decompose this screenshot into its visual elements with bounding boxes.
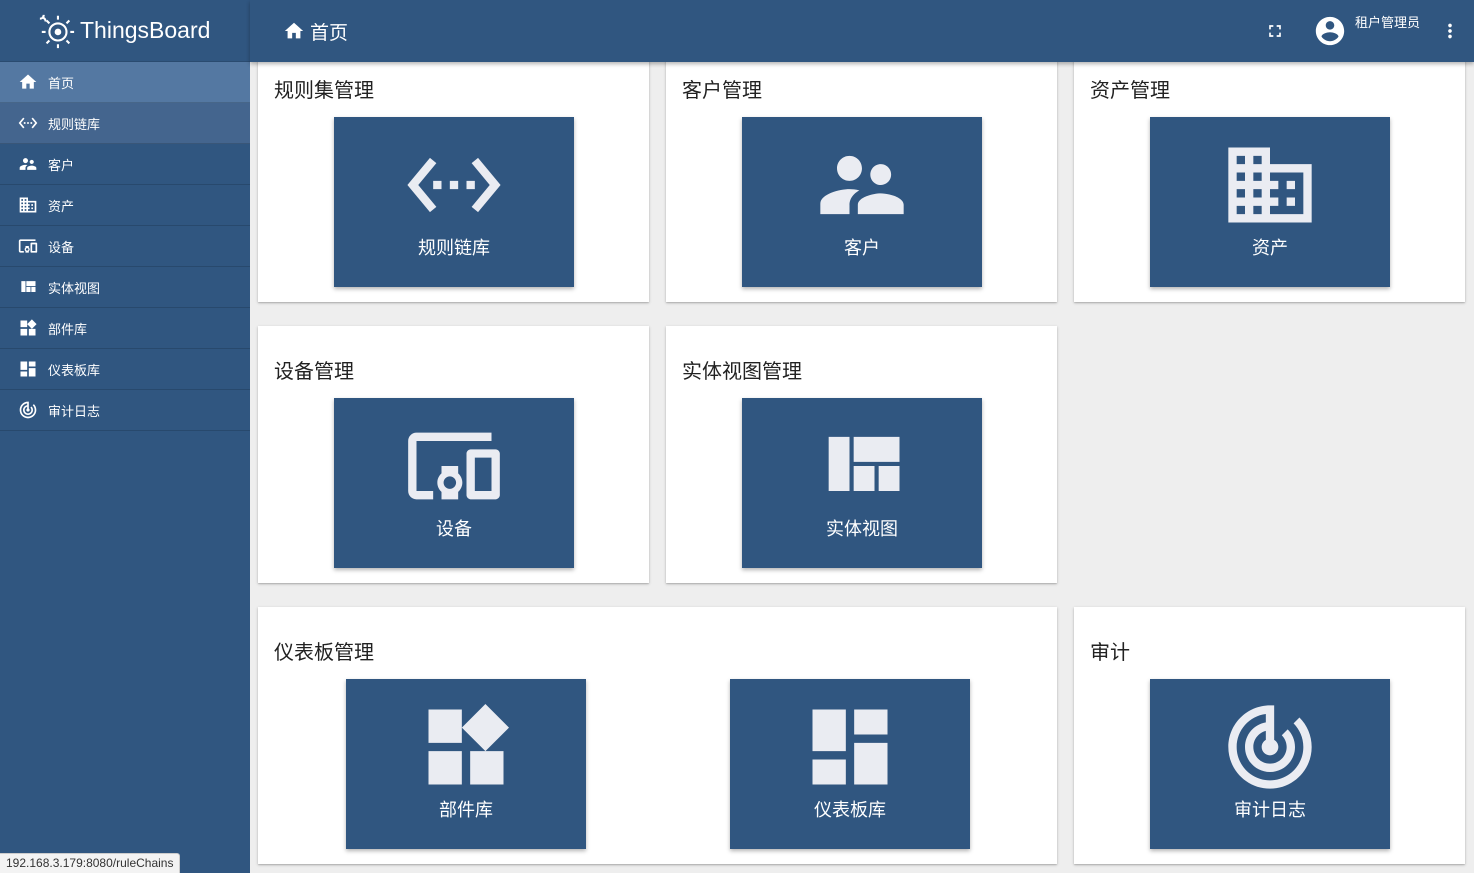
domain-icon — [1228, 147, 1312, 223]
sidebar-item-label: 部件库 — [48, 322, 88, 338]
tile-label: 部件库 — [439, 800, 493, 821]
track-changes-icon — [1228, 705, 1312, 789]
user-role: 租户管理员 — [1354, 16, 1420, 31]
account-circle-icon — [1315, 16, 1345, 46]
settings-ethernet-icon — [17, 112, 39, 134]
status-bar-url: 192.168.3.179:8080/ruleChains — [0, 853, 181, 873]
sidebar-item-widgets[interactable]: 部件库 — [0, 308, 250, 349]
sidebar-item-devices[interactable]: 设备 — [0, 226, 250, 267]
sidebar-item-label: 首页 — [48, 76, 75, 92]
card-dashboards: 仪表板管理 部件库 仪表板库 — [258, 607, 1057, 864]
tile-audit-logs[interactable]: 审计日志 — [1150, 679, 1390, 849]
tile-label: 资产 — [1252, 238, 1288, 259]
more-menu-button[interactable] — [1438, 19, 1462, 43]
card-title: 审计 — [1090, 640, 1130, 664]
card-title: 规则集管理 — [274, 78, 374, 102]
tile-label: 客户 — [844, 238, 880, 259]
tile-label: 实体视图 — [826, 519, 898, 540]
card-title: 资产管理 — [1090, 78, 1170, 102]
domain-icon — [17, 194, 39, 216]
thingsboard-logo-icon — [39, 14, 75, 48]
tile-label: 审计日志 — [1234, 800, 1306, 821]
sidebar-item-label: 仪表板库 — [48, 363, 101, 379]
tile-dashboards[interactable]: 仪表板库 — [730, 679, 970, 849]
track-changes-icon — [17, 399, 39, 421]
top-toolbar: 首页 租户管理员 — [250, 0, 1474, 62]
more-vert-icon — [1448, 23, 1452, 39]
view-quilt-icon — [17, 276, 39, 298]
fullscreen-icon — [1269, 25, 1281, 37]
card-title: 客户管理 — [682, 78, 762, 102]
sidebar-item-rule-chains[interactable]: 规则链库 — [0, 103, 250, 144]
dashboards-icon — [812, 709, 888, 785]
app-name: ThingsBoard — [80, 17, 211, 43]
tile-devices[interactable]: 设备 — [334, 398, 574, 568]
tile-label: 设备 — [436, 519, 472, 540]
sidebar-item-customers[interactable]: 客户 — [0, 144, 250, 185]
card-rule-chains: 规则集管理 规则链库 — [258, 44, 649, 302]
sidebar-item-label: 客户 — [48, 158, 75, 174]
devices-other-icon — [408, 432, 500, 500]
fullscreen-button[interactable] — [1263, 19, 1287, 43]
tile-label: 仪表板库 — [814, 800, 886, 821]
sidebar-item-label: 设备 — [48, 240, 75, 256]
widgets-icon — [17, 317, 39, 339]
app-logo[interactable]: ThingsBoard — [0, 0, 250, 62]
card-devices: 设备管理 设备 — [258, 326, 649, 583]
card-title: 设备管理 — [274, 359, 354, 383]
sidebar: ThingsBoard 首页 规则链库 客户 资产 设备 实体视图 部件库 仪表… — [0, 0, 250, 873]
sidebar-item-audit-logs[interactable]: 审计日志 — [0, 390, 250, 431]
sidebar-item-label: 规则链库 — [48, 117, 101, 133]
sidebar-item-label: 审计日志 — [48, 404, 101, 420]
tile-assets[interactable]: 资产 — [1150, 117, 1390, 287]
home-icon — [284, 22, 304, 39]
tile-entity-views[interactable]: 实体视图 — [742, 398, 982, 568]
card-audit: 审计 审计日志 — [1074, 607, 1465, 864]
home-icon — [17, 71, 39, 93]
breadcrumb-label: 首页 — [310, 21, 349, 44]
settings-ethernet-icon — [407, 157, 501, 213]
widgets-icon — [428, 704, 509, 785]
card-title: 实体视图管理 — [682, 359, 802, 383]
tile-label: 规则链库 — [418, 238, 490, 259]
tile-rule-chains[interactable]: 规则链库 — [334, 117, 574, 287]
sidebar-item-dashboards[interactable]: 仪表板库 — [0, 349, 250, 390]
sidebar-item-label: 实体视图 — [48, 281, 101, 297]
supervisor-account-icon — [17, 153, 39, 175]
user-avatar[interactable] — [1313, 14, 1347, 48]
sidebar-item-assets[interactable]: 资产 — [0, 185, 250, 226]
supervisor-account-icon — [820, 155, 904, 215]
card-customers: 客户管理 客户 — [666, 44, 1057, 302]
card-title: 仪表板管理 — [274, 640, 374, 664]
tile-customers[interactable]: 客户 — [742, 117, 982, 287]
tile-widgets[interactable]: 部件库 — [346, 679, 586, 849]
breadcrumb[interactable]: 首页 — [283, 18, 348, 45]
sidebar-item-entity-views[interactable]: 实体视图 — [0, 267, 250, 308]
sidebar-item-label: 资产 — [48, 199, 75, 215]
dashboards-icon — [17, 358, 39, 380]
card-entity-views: 实体视图管理 实体视图 — [666, 326, 1057, 583]
devices-other-icon — [17, 235, 39, 257]
card-assets: 资产管理 资产 — [1074, 44, 1465, 302]
sidebar-item-home[interactable]: 首页 — [0, 62, 250, 103]
view-quilt-icon — [828, 436, 900, 491]
